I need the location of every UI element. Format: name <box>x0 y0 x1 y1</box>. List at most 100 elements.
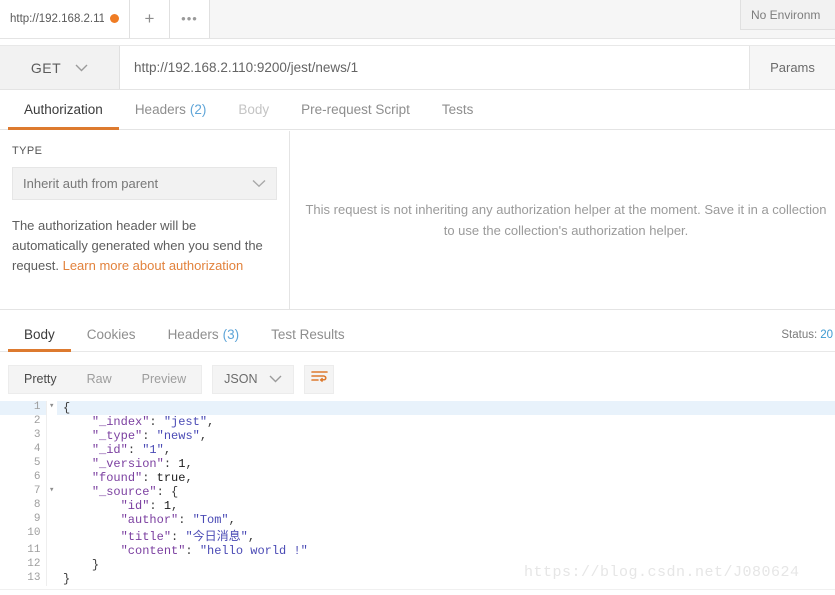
section-divider <box>0 309 835 310</box>
unsaved-indicator-icon <box>110 14 119 23</box>
line-number: 9 <box>0 513 47 527</box>
fold-spacer <box>46 415 57 429</box>
line-number: 7 <box>0 485 47 499</box>
tab-authorization-label: Authorization <box>24 102 103 117</box>
params-button[interactable]: Params <box>750 46 835 89</box>
authorization-pane: TYPE Inherit auth from parent The author… <box>0 131 835 309</box>
code-line: 4 "_id": "1", <box>0 443 835 457</box>
code-line-text: "_id": "1", <box>91 443 172 457</box>
code-line: 8 "id": 1, <box>0 499 835 513</box>
tab-tests[interactable]: Tests <box>426 90 490 130</box>
code-line-text: "_source": { <box>91 485 179 499</box>
code-line-text: "found": true, <box>91 471 193 485</box>
http-method-selector[interactable]: GET <box>0 46 120 89</box>
fold-spacer <box>46 572 57 586</box>
auth-type-value: Inherit auth from parent <box>23 176 159 191</box>
code-line-text: "content": "hello world !" <box>120 544 308 558</box>
auth-info-panel: This request is not inheriting any autho… <box>291 131 835 309</box>
request-tab-label: http://192.168.2.110:9 <box>10 12 104 25</box>
line-number: 11 <box>0 544 47 558</box>
url-input-value: http://192.168.2.110:9200/jest/news/1 <box>134 60 359 75</box>
request-tab[interactable]: http://192.168.2.110:9 <box>0 0 130 38</box>
fold-spacer <box>46 471 57 485</box>
response-format-dropdown[interactable]: JSON <box>212 364 295 394</box>
fold-spacer <box>46 457 57 471</box>
fold-spacer <box>46 513 57 527</box>
code-line-text: "title": "今日消息", <box>120 530 256 544</box>
auth-type-panel: TYPE Inherit auth from parent The author… <box>0 131 290 309</box>
line-number: 4 <box>0 443 47 457</box>
code-line: 10 "title": "今日消息", <box>0 527 835 544</box>
tab-tests-label: Tests <box>441 102 474 117</box>
code-line: 11 "content": "hello world !" <box>0 544 835 558</box>
line-number: 5 <box>0 457 47 471</box>
tab-authorization[interactable]: Authorization <box>8 90 119 130</box>
auth-help-note: The authorization header will be automat… <box>12 216 267 276</box>
response-tab-headers[interactable]: Headers (3) <box>152 318 256 352</box>
bottom-divider <box>0 589 835 590</box>
code-line-text: "_index": "jest", <box>91 415 215 429</box>
learn-more-link[interactable]: Learn more about authorization <box>63 258 244 273</box>
code-line: 5 "_version": 1, <box>0 457 835 471</box>
environment-selector[interactable]: No Environm <box>740 0 835 30</box>
code-line-text: "id": 1, <box>120 499 179 513</box>
url-input[interactable]: http://192.168.2.110:9200/jest/news/1 <box>120 46 750 89</box>
code-line-text: { <box>57 401 835 415</box>
line-number: 6 <box>0 471 47 485</box>
chevron-down-icon <box>252 179 266 188</box>
response-view-mode-group: Pretty Raw Preview <box>8 364 203 394</box>
fold-spacer <box>46 499 57 513</box>
new-tab-button[interactable]: + <box>130 0 170 38</box>
code-line: 9 "author": "Tom", <box>0 513 835 527</box>
tab-headers-count: (2) <box>189 102 207 117</box>
code-line-text: "author": "Tom", <box>120 513 236 527</box>
response-status: Status: 20 <box>781 318 835 352</box>
url-bar: GET http://192.168.2.110:9200/jest/news/… <box>0 45 835 90</box>
environment-label: No Environm <box>751 7 821 22</box>
code-line: 7 ▾ "_source": { <box>0 485 835 499</box>
fold-toggle-icon[interactable]: ▾ <box>46 401 57 415</box>
code-line: 2 "_index": "jest", <box>0 415 835 429</box>
fold-spacer <box>46 558 57 572</box>
http-method-label: GET <box>30 59 62 76</box>
response-tab-body-label: Body <box>24 327 55 342</box>
code-line-text: "_type": "news", <box>91 429 208 443</box>
code-line: 1 ▾{ <box>0 401 835 415</box>
view-mode-pretty[interactable]: Pretty <box>9 366 72 393</box>
line-number: 3 <box>0 429 47 443</box>
status-label: Status: <box>781 329 818 341</box>
fold-spacer <box>46 443 57 457</box>
response-tab-test-results[interactable]: Test Results <box>255 318 361 352</box>
response-tab-cookies-label: Cookies <box>86 327 136 342</box>
response-tab-headers-label: Headers <box>167 327 219 342</box>
fold-toggle-icon[interactable]: ▾ <box>46 485 57 499</box>
response-tab-headers-count: (3) <box>222 327 240 342</box>
fold-spacer <box>46 429 57 443</box>
response-tab-cookies[interactable]: Cookies <box>71 318 152 352</box>
response-tab-body[interactable]: Body <box>8 318 71 352</box>
auth-type-dropdown[interactable]: Inherit auth from parent <box>12 167 277 200</box>
line-number: 8 <box>0 499 47 513</box>
word-wrap-icon <box>311 370 328 389</box>
params-label: Params <box>770 60 815 75</box>
tab-body[interactable]: Body <box>222 90 285 130</box>
chevron-down-icon <box>269 375 282 383</box>
tab-pre-request-script[interactable]: Pre-request Script <box>285 90 426 130</box>
tab-headers-label: Headers <box>134 102 186 117</box>
request-tab-strip: http://192.168.2.110:9 + ••• No Environm <box>0 0 835 39</box>
line-number: 2 <box>0 415 47 429</box>
view-mode-preview[interactable]: Preview <box>127 366 201 393</box>
tab-body-label: Body <box>238 102 270 117</box>
response-view-toolbar: Pretty Raw Preview JSON <box>0 359 835 399</box>
view-mode-raw[interactable]: Raw <box>72 366 127 393</box>
tab-headers[interactable]: Headers (2) <box>119 90 223 130</box>
watermark-text: https://blog.csdn.net/J080624 <box>524 564 800 581</box>
request-section-tabs: Authorization Headers (2) Body Pre-reque… <box>0 90 835 130</box>
word-wrap-toggle[interactable] <box>304 364 335 394</box>
tab-pre-request-script-label: Pre-request Script <box>301 102 410 117</box>
fold-spacer <box>46 544 57 558</box>
code-line: 3 "_type": "news", <box>0 429 835 443</box>
tab-options-button[interactable]: ••• <box>170 0 210 38</box>
response-section-tabs: Body Cookies Headers (3) Test Results <box>0 318 835 352</box>
code-line: 6 "found": true, <box>0 471 835 485</box>
